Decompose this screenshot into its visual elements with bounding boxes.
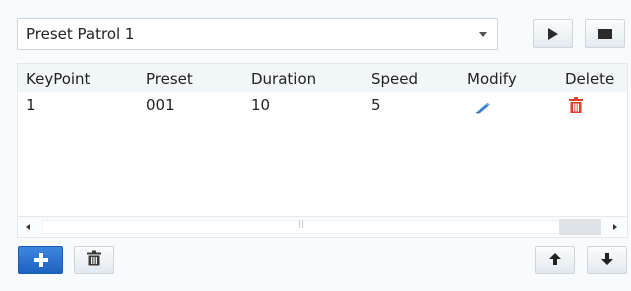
column-header-speed: Speed <box>371 70 419 88</box>
delete-all-button[interactable] <box>74 246 114 274</box>
patrol-select[interactable]: Preset Patrol 1 <box>17 18 498 50</box>
cell-speed: 5 <box>371 96 381 114</box>
pencil-icon[interactable] <box>475 100 491 118</box>
column-header-keypoint: KeyPoint <box>26 70 91 88</box>
table-header: KeyPoint Preset Duration Speed Modify De… <box>18 64 627 92</box>
move-up-button[interactable] <box>535 246 575 274</box>
play-icon <box>548 27 558 40</box>
trash-icon[interactable] <box>569 97 583 117</box>
column-header-delete: Delete <box>565 70 615 88</box>
cell-duration: 10 <box>251 96 271 114</box>
add-keypoint-button[interactable] <box>18 246 63 274</box>
cell-keypoint: 1 <box>26 96 36 114</box>
scrollbar-track[interactable] <box>42 220 601 234</box>
keypoint-table: KeyPoint Preset Duration Speed Modify De… <box>17 63 628 238</box>
scrollbar-thumb[interactable] <box>559 219 601 235</box>
scrollbar-grip-icon <box>299 220 303 228</box>
table-row[interactable]: 1 001 10 5 <box>18 92 627 118</box>
trash-icon <box>86 250 102 270</box>
scroll-left-icon[interactable] <box>26 224 30 230</box>
cell-preset: 001 <box>146 96 175 114</box>
scroll-right-icon[interactable] <box>613 224 617 230</box>
column-header-duration: Duration <box>251 70 317 88</box>
patrol-select-value: Preset Patrol 1 <box>26 25 135 43</box>
horizontal-scrollbar[interactable] <box>18 216 627 237</box>
column-header-preset: Preset <box>146 70 193 88</box>
arrow-up-icon <box>548 251 562 270</box>
chevron-down-icon <box>479 32 487 37</box>
stop-button[interactable] <box>585 19 625 48</box>
stop-icon <box>598 28 612 39</box>
play-button[interactable] <box>533 19 573 48</box>
move-down-button[interactable] <box>587 246 627 274</box>
arrow-down-icon <box>600 251 614 270</box>
column-header-modify: Modify <box>467 70 517 88</box>
plus-icon <box>33 253 48 267</box>
